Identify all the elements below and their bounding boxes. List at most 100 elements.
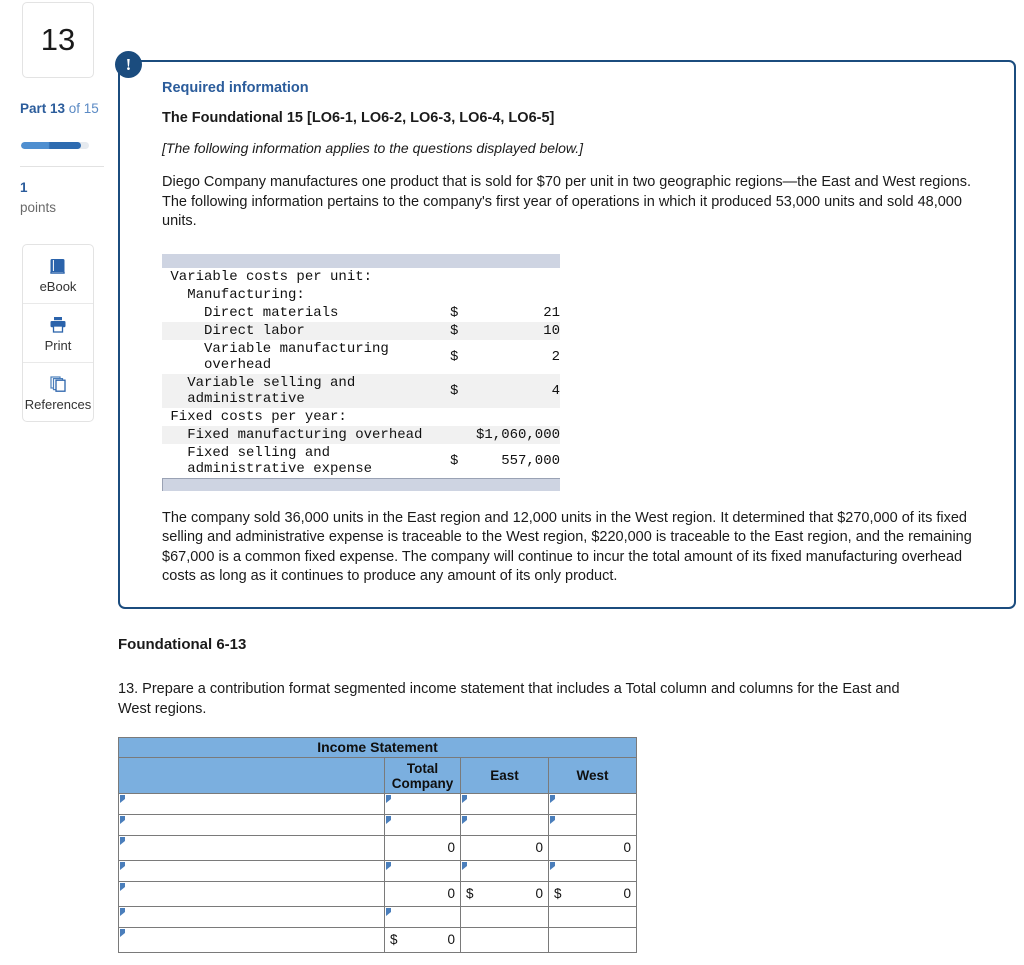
dropdown-triangle-icon[interactable] <box>386 816 391 824</box>
row-description-cell[interactable] <box>118 906 385 928</box>
cost-table-row: Manufacturing: <box>162 286 560 304</box>
cost-row-label: Fixed manufacturing overhead <box>162 425 450 444</box>
cost-row-currency-symbol: $ <box>450 321 484 340</box>
east-cell[interactable]: 0 <box>460 835 549 861</box>
cost-row-currency-symbol: $ <box>450 452 459 469</box>
dropdown-triangle-icon[interactable] <box>120 795 125 803</box>
dropdown-triangle-icon[interactable] <box>120 837 125 845</box>
cell-value: 0 <box>535 840 543 855</box>
cell-value: 0 <box>447 840 455 855</box>
dropdown-triangle-icon[interactable] <box>462 795 467 803</box>
cost-table: Variable costs per unit: Manufacturing: Di… <box>162 268 560 478</box>
dropdown-triangle-icon[interactable] <box>462 816 467 824</box>
table-row <box>118 793 637 815</box>
row-description-cell[interactable] <box>118 927 385 953</box>
question-heading: Foundational 6-13 <box>118 636 247 653</box>
print-button[interactable]: Print <box>23 304 93 363</box>
required-information-title: Required information <box>162 80 309 96</box>
cost-row-value <box>484 408 560 426</box>
west-cell[interactable]: $0 <box>548 881 637 907</box>
cost-table-row: Fixed manufacturing overhead $1,060,000 <box>162 425 560 444</box>
total-company-cell[interactable] <box>384 814 461 836</box>
header-total-line1: Total <box>406 760 439 776</box>
cost-row-label: Direct labor <box>162 321 450 340</box>
west-cell[interactable] <box>548 814 637 836</box>
cost-row-value: $1,060,000 <box>450 425 560 444</box>
currency-symbol: $ <box>554 886 562 901</box>
cost-row-label: Fixed costs per year: <box>170 408 347 425</box>
east-cell[interactable]: $0 <box>460 881 549 907</box>
table-row: $0 <box>118 927 637 953</box>
total-company-cell[interactable] <box>384 860 461 882</box>
west-cell[interactable]: 0 <box>548 835 637 861</box>
question-number-box: 13 <box>22 2 94 78</box>
dropdown-triangle-icon[interactable] <box>120 816 125 824</box>
row-description-cell[interactable] <box>118 860 385 882</box>
dropdown-triangle-icon[interactable] <box>386 862 391 870</box>
row-description-cell[interactable] <box>118 814 385 836</box>
cost-row-value <box>484 286 560 304</box>
west-cell[interactable] <box>548 927 637 953</box>
alert-icon: ! <box>115 51 142 78</box>
cost-table-row: Direct labor $10 <box>162 321 560 340</box>
dropdown-triangle-icon[interactable] <box>120 908 125 916</box>
references-button[interactable]: References <box>23 363 93 421</box>
header-east: East <box>460 757 549 794</box>
part-current: Part 13 <box>20 101 66 116</box>
cost-row-label: Fixed selling and administrative expense <box>187 444 373 477</box>
header-west: West <box>548 757 637 794</box>
total-company-cell[interactable]: 0 <box>384 835 461 861</box>
question-number: 13 <box>40 22 76 57</box>
total-company-cell[interactable]: 0 <box>384 881 461 907</box>
dropdown-triangle-icon[interactable] <box>120 929 125 937</box>
table-row: 0 0 0 <box>118 835 637 861</box>
intro-paragraph: Diego Company manufactures one product t… <box>162 174 971 229</box>
header-blank <box>118 757 385 794</box>
book-icon <box>48 255 68 277</box>
income-statement-table: Income Statement Total Company East West… <box>118 737 637 953</box>
dropdown-triangle-icon[interactable] <box>120 862 125 870</box>
progress-bar-fill <box>21 142 81 149</box>
east-cell[interactable] <box>460 906 549 928</box>
dropdown-triangle-icon[interactable] <box>550 862 555 870</box>
cost-table-row: Fixed costs per year: <box>162 408 560 426</box>
dropdown-triangle-icon[interactable] <box>120 883 125 891</box>
header-total-line2: Company <box>391 775 454 791</box>
cost-row-currency-symbol <box>450 268 484 286</box>
cell-value: $0 <box>385 928 460 952</box>
left-rail: 13 Part 13 of 15 1 points eBook Print Re… <box>0 0 110 965</box>
west-cell[interactable] <box>548 860 637 882</box>
cost-row-currency-symbol: $ <box>450 304 459 321</box>
cost-table-row: Fixed selling and administrative expense… <box>162 444 560 478</box>
east-cell[interactable] <box>460 793 549 815</box>
east-cell[interactable] <box>460 860 549 882</box>
row-description-cell[interactable] <box>118 881 385 907</box>
ebook-button[interactable]: eBook <box>23 245 93 304</box>
row-description-cell[interactable] <box>118 835 385 861</box>
total-company-cell[interactable] <box>384 906 461 928</box>
dropdown-triangle-icon[interactable] <box>386 908 391 916</box>
answer-table-header-row: Total Company East West <box>118 757 637 794</box>
cost-table-top-bar <box>162 253 560 268</box>
west-cell[interactable] <box>548 793 637 815</box>
cell-value: 0 <box>623 840 631 855</box>
east-cell[interactable] <box>460 814 549 836</box>
dropdown-triangle-icon[interactable] <box>550 816 555 824</box>
total-company-cell[interactable]: $0 <box>384 927 461 953</box>
row-description-cell[interactable] <box>118 793 385 815</box>
cost-row-currency-symbol <box>450 286 484 304</box>
cost-row-currency-symbol <box>450 408 484 426</box>
west-cell[interactable] <box>548 906 637 928</box>
cost-row-label: Variable selling and administrative <box>162 373 450 408</box>
dropdown-triangle-icon[interactable] <box>462 862 467 870</box>
east-cell[interactable] <box>460 927 549 953</box>
cell-value: $0 <box>461 882 548 906</box>
print-label: Print <box>44 337 72 353</box>
cost-row-value: 557,000 <box>501 452 560 469</box>
dropdown-triangle-icon[interactable] <box>550 795 555 803</box>
cost-row-value: 4 <box>484 373 560 408</box>
dropdown-triangle-icon[interactable] <box>386 795 391 803</box>
total-company-cell[interactable] <box>384 793 461 815</box>
cost-table-row: Variable costs per unit: <box>162 268 560 286</box>
applies-note: [The following information applies to th… <box>162 140 584 156</box>
